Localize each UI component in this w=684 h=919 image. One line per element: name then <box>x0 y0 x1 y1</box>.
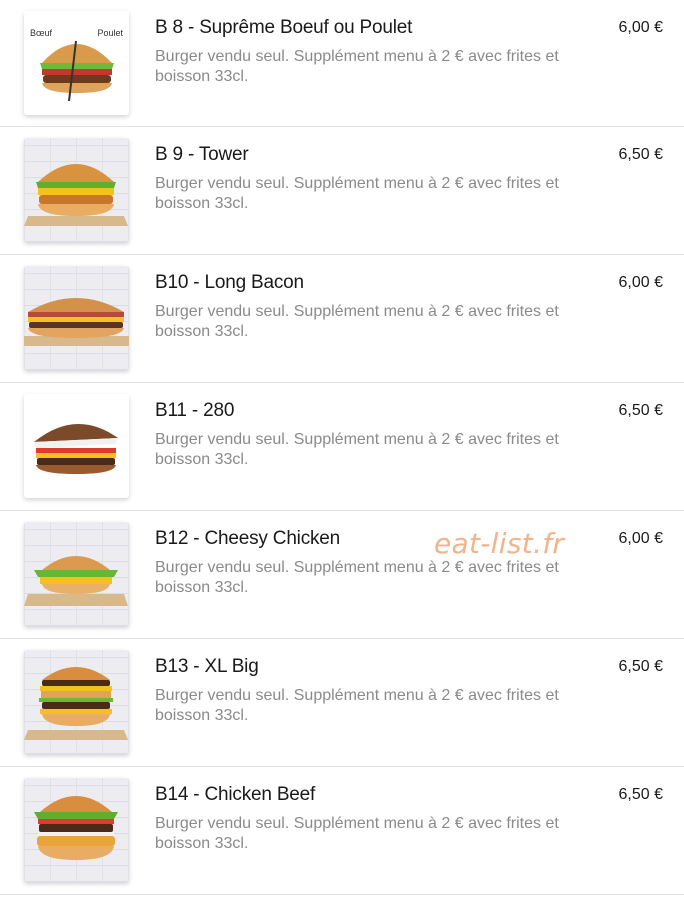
item-description: Burger vendu seul. Supplément menu à 2 €… <box>155 303 559 340</box>
burger-photo[interactable]: Bœuf Poulet <box>24 11 129 115</box>
item-price: 6,50 € <box>618 146 663 163</box>
item-description: Burger vendu seul. Supplément menu à 2 €… <box>155 48 559 85</box>
item-description: Burger vendu seul. Supplément menu à 2 €… <box>155 687 559 724</box>
menu-list: Bœuf Poulet B 8 - Suprême Boeuf ou Poule… <box>0 0 684 895</box>
item-description: Burger vendu seul. Supplément menu à 2 €… <box>155 815 559 852</box>
item-price: 6,00 € <box>618 274 663 291</box>
item-title: B 9 - Tower <box>155 144 249 165</box>
image-label-right: Poulet <box>97 28 123 38</box>
menu-item[interactable]: Bœuf Poulet B 8 - Suprême Boeuf ou Poule… <box>0 0 684 127</box>
item-title: B10 - Long Bacon <box>155 272 304 293</box>
item-price: 6,00 € <box>618 530 663 547</box>
item-price: 6,50 € <box>618 402 663 419</box>
menu-item[interactable]: B12 - Cheesy Chicken Burger vendu seul. … <box>0 511 684 639</box>
image-label-left: Bœuf <box>30 28 53 38</box>
item-title: B14 - Chicken Beef <box>155 784 316 805</box>
item-description: Burger vendu seul. Supplément menu à 2 €… <box>155 559 559 596</box>
item-price: 6,00 € <box>618 19 663 36</box>
item-price: 6,50 € <box>618 658 663 675</box>
burger-photo[interactable] <box>24 394 129 498</box>
burger-photo[interactable] <box>24 138 129 242</box>
item-price: 6,50 € <box>618 786 663 803</box>
burger-photo[interactable] <box>24 778 129 882</box>
watermark: eat-list.fr <box>434 527 565 560</box>
item-description: Burger vendu seul. Supplément menu à 2 €… <box>155 431 559 468</box>
burger-photo[interactable] <box>24 266 129 370</box>
menu-item[interactable]: B14 - Chicken Beef Burger vendu seul. Su… <box>0 767 684 895</box>
item-title: B11 - 280 <box>155 400 235 421</box>
menu-item[interactable]: B13 - XL Big Burger vendu seul. Suppléme… <box>0 639 684 767</box>
menu-item[interactable]: B11 - 280 Burger vendu seul. Supplément … <box>0 383 684 511</box>
item-title: B13 - XL Big <box>155 656 259 677</box>
burger-photo[interactable] <box>24 650 129 754</box>
item-title: B 8 - Suprême Boeuf ou Poulet <box>155 17 413 38</box>
item-description: Burger vendu seul. Supplément menu à 2 €… <box>155 175 559 212</box>
item-title: B12 - Cheesy Chicken <box>155 528 341 549</box>
burger-photo[interactable] <box>24 522 129 626</box>
menu-item[interactable]: B10 - Long Bacon Burger vendu seul. Supp… <box>0 255 684 383</box>
menu-item[interactable]: B 9 - Tower Burger vendu seul. Supplémen… <box>0 127 684 255</box>
